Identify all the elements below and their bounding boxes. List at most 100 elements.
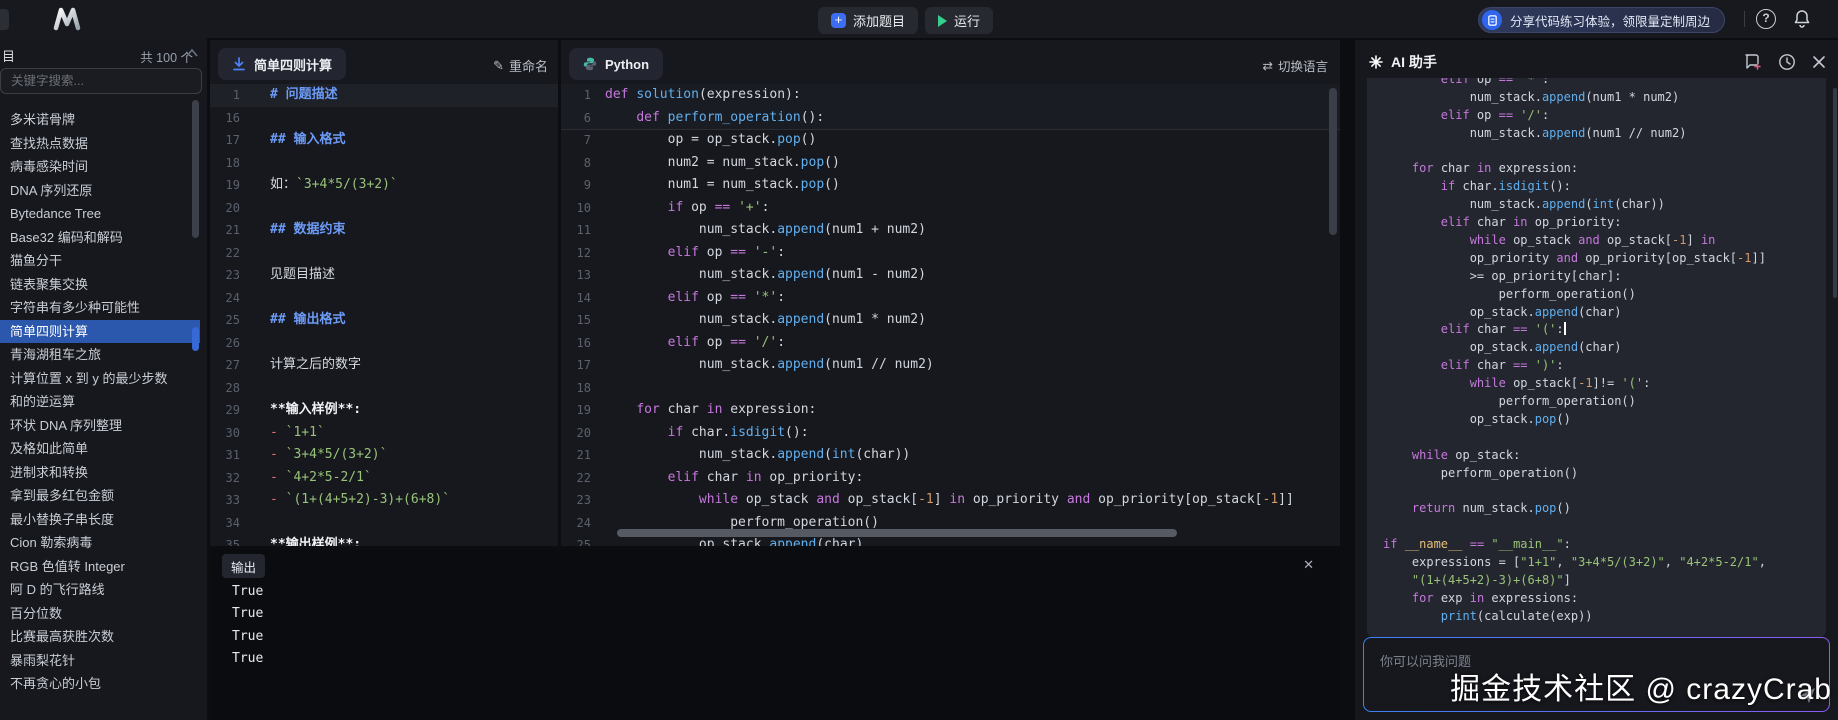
code-line: 17 num_stack.append(num1 // num2): [561, 354, 1340, 377]
code-line: 10 if op == '+':: [561, 197, 1340, 220]
chevron-up-icon[interactable]: [185, 48, 199, 58]
sidebar-item[interactable]: Cion 勒索病毒: [0, 531, 200, 555]
close-icon[interactable]: [1812, 55, 1826, 69]
sidebar-item[interactable]: 计算位置 x 到 y 的最少步数: [0, 367, 200, 391]
description-line: 19如：`3+4*5/(3+2)`: [210, 174, 558, 197]
output-line: True: [232, 648, 263, 670]
pencil-icon: ✎: [493, 58, 504, 74]
problem-list: 多米诺骨牌查找热点数据病毒感染时间DNA 序列还原Bytedance TreeB…: [0, 108, 200, 696]
code-editor[interactable]: 1def solution(expression):6 def perform_…: [561, 84, 1340, 546]
sidebar-item[interactable]: Bytedance Tree: [0, 202, 200, 226]
ai-code-line: num_stack.append(int(char)): [1383, 196, 1810, 214]
ai-code-line: [1383, 429, 1810, 447]
sidebar-item[interactable]: 进制求和转换: [0, 461, 200, 485]
ai-code-line: op_stack.append(char): [1383, 339, 1810, 357]
description-line: 32- `4+2*5-2/1`: [210, 467, 558, 490]
sidebar-item[interactable]: Base32 编码和解码: [0, 226, 200, 250]
watermark: 掘金技术社区 @ crazyCrab: [1450, 664, 1832, 708]
code-line: 20 if char.isdigit():: [561, 422, 1340, 445]
promo-banner[interactable]: 分享代码练习体验，领限量定制周边: [1478, 7, 1725, 33]
sidebar-item[interactable]: 环状 DNA 序列整理: [0, 414, 200, 438]
close-icon[interactable]: ✕: [1303, 557, 1314, 573]
sidebar-item[interactable]: RGB 色值转 Integer: [0, 555, 200, 579]
code-line: 22 elif char in op_priority:: [561, 467, 1340, 490]
switch-language-button[interactable]: ⇄ 切换语言: [1263, 56, 1329, 75]
code-line: 8 num2 = num_stack.pop(): [561, 152, 1340, 175]
sidebar-item[interactable]: 猫鱼分干: [0, 249, 200, 273]
sidebar-item[interactable]: 链表聚集交换: [0, 273, 200, 297]
description-editor[interactable]: 1# 问题描述1617## 输入格式1819如：`3+4*5/(3+2)`202…: [210, 84, 558, 546]
plus-icon: +: [831, 13, 846, 28]
ai-code-line: op_priority and op_priority[op_stack[-1]…: [1383, 250, 1810, 268]
ai-code-line: [1383, 482, 1810, 500]
ai-chat-area[interactable]: elif op == '*': num_stack.append(num1 * …: [1355, 78, 1838, 650]
description-line: 30- `1+1`: [210, 422, 558, 445]
sidebar-item[interactable]: 病毒感染时间: [0, 155, 200, 179]
sidebar-item[interactable]: 简单四则计算: [0, 320, 200, 344]
description-line: 1# 问题描述: [210, 84, 558, 107]
sidebar-item[interactable]: 查找热点数据: [0, 132, 200, 156]
output-tab-label: 输出: [231, 557, 256, 576]
add-problem-button[interactable]: + 添加题目: [818, 7, 918, 34]
output-tab[interactable]: 输出: [222, 554, 265, 578]
run-button[interactable]: 运行: [925, 7, 993, 34]
description-line: 18: [210, 152, 558, 175]
code-line: 18: [561, 377, 1340, 400]
sidebar-item[interactable]: 字符串有多少种可能性: [0, 296, 200, 320]
description-line: 35**输出样例**:: [210, 534, 558, 546]
sidebar-item[interactable]: 和的逆运算: [0, 390, 200, 414]
ai-code-line: return num_stack.pop(): [1383, 500, 1810, 518]
new-chat-icon[interactable]: [1744, 53, 1762, 71]
ai-scrollbar-thumb[interactable]: [1833, 88, 1837, 298]
sidebar-item[interactable]: 最小替换子串长度: [0, 508, 200, 532]
description-line: 24: [210, 287, 558, 310]
description-line: 27计算之后的数字: [210, 354, 558, 377]
description-line: 22: [210, 242, 558, 265]
description-line: 33- `(1+(4+5+2)-3)+(6+8)`: [210, 489, 558, 512]
problem-tab[interactable]: 简单四则计算: [218, 48, 346, 80]
ai-code-line: for char in expression:: [1383, 160, 1810, 178]
description-line: 16: [210, 107, 558, 130]
description-line: 20: [210, 197, 558, 220]
sidebar-item[interactable]: 青海湖租车之旅: [0, 343, 200, 367]
code-line: 19 for char in expression:: [561, 399, 1340, 422]
ai-code-line: elif char == '(':: [1383, 321, 1810, 339]
output-console: TrueTrueTrueTrue: [232, 581, 263, 671]
output-line: True: [232, 626, 263, 648]
cut-off-button: [0, 9, 9, 30]
code-line: 12 elif op == '-':: [561, 242, 1340, 265]
sidebar-item[interactable]: 及格如此简单: [0, 437, 200, 461]
sidebar-item[interactable]: 拿到最多红包金额: [0, 484, 200, 508]
history-icon[interactable]: [1778, 53, 1796, 71]
ai-code-line: elif char in op_priority:: [1383, 214, 1810, 232]
ai-code-line: [1383, 143, 1810, 161]
description-line: 29**输入样例**:: [210, 399, 558, 422]
sidebar-item[interactable]: 暴雨梨花针: [0, 649, 200, 673]
search-input[interactable]: [0, 68, 202, 94]
language-tab[interactable]: Python: [569, 48, 663, 80]
sidebar-item[interactable]: 多米诺骨牌: [0, 108, 200, 132]
ai-code-line: if char.isdigit():: [1383, 178, 1810, 196]
editor-vertical-scrollbar-thumb[interactable]: [1329, 88, 1337, 235]
switch-language-label: 切换语言: [1278, 56, 1328, 75]
editor-horizontal-scrollbar-thumb[interactable]: [617, 529, 1177, 537]
ai-code-line: while op_stack[-1]!= '(':: [1383, 375, 1810, 393]
code-line: 1def solution(expression):: [561, 84, 1340, 107]
sidebar-item[interactable]: DNA 序列还原: [0, 179, 200, 203]
ai-code-line: elif op == '/':: [1383, 107, 1810, 125]
rename-button[interactable]: ✎ 重命名: [493, 56, 548, 75]
sidebar-item[interactable]: 不再贪心的小包: [0, 672, 200, 696]
ai-code-line: elif char == ')':: [1383, 357, 1810, 375]
sidebar-item[interactable]: 阿 D 的飞行路线: [0, 578, 200, 602]
document-icon: [1482, 10, 1502, 30]
help-icon[interactable]: ?: [1756, 9, 1776, 29]
marscode-logo-icon[interactable]: [52, 7, 86, 31]
description-panel: 简单四则计算 ✎ 重命名 1# 问题描述1617## 输入格式1819如：`3+…: [210, 40, 558, 546]
sidebar-item[interactable]: 百分位数: [0, 602, 200, 626]
rename-label: 重命名: [509, 56, 548, 75]
bell-icon[interactable]: [1792, 9, 1812, 29]
sidebar-item[interactable]: 比赛最高获胜次数: [0, 625, 200, 649]
sidebar-scrollbar-thumb[interactable]: [192, 100, 199, 238]
run-label: 运行: [954, 11, 980, 30]
promo-banner-text: 分享代码练习体验，领限量定制周边: [1510, 11, 1710, 30]
